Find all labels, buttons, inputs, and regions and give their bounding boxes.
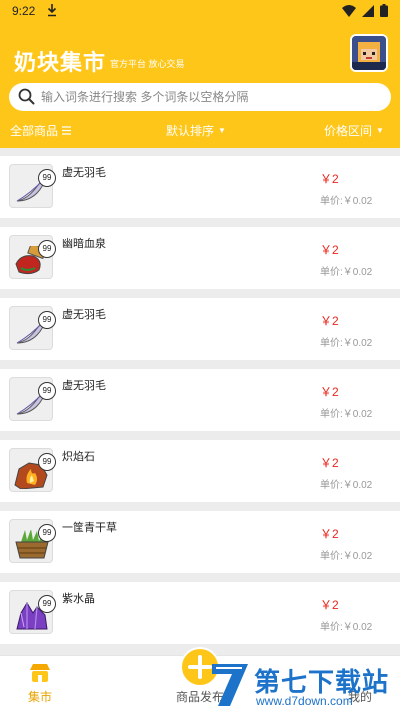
page-title: 奶块集市 [14,50,107,75]
page-subtitle: 官方平台 放心交易 [110,59,185,69]
system-icons [342,4,388,17]
item-name: 虚无羽毛 [62,380,106,392]
caret-down-icon: ▼ [218,126,226,135]
item-unit-price: 单价:￥0.02 [320,267,373,278]
sort-label: 默认排序 [166,124,215,138]
signal-icon [362,4,374,17]
item-price: ￥2 [320,456,339,470]
all-goods-label: 全部商品 [10,124,59,138]
list-item[interactable]: 99 幽暗血泉 ￥2 单价:￥0.02 [0,227,400,289]
quantity-badge: 99 [38,453,56,471]
all-goods-filter[interactable]: 全部商品 [10,122,72,139]
quantity-badge: 99 [38,240,56,258]
item-unit-price: 单价:￥0.02 [320,196,373,207]
header: 奶块集市 官方平台 放心交易 全部商品 默认排序 ▼ 价格区间 ▼ [0,24,400,148]
item-price: ￥2 [320,527,339,541]
item-thumbnail: 99 [9,377,56,421]
price-range-label: 价格区间 [324,124,373,138]
item-name: 幽暗血泉 [62,238,106,250]
filter-bar: 全部商品 默认排序 ▼ 价格区间 ▼ [0,120,400,140]
watermark-url: www.d7down.com [256,694,353,708]
sort-dropdown[interactable]: 默认排序 ▼ [166,122,226,139]
item-name: 虚无羽毛 [62,167,106,179]
download-icon [47,3,57,20]
caret-down-icon: ▼ [376,126,384,135]
list-icon [62,126,72,135]
watermark: 第七下载站 www.d7down.com [208,660,398,710]
watermark-logo-icon [212,664,248,706]
nav-market[interactable]: 集市 [0,656,80,711]
list-item[interactable]: 99 虚无羽毛 ￥2 单价:￥0.02 [0,156,400,218]
list-item[interactable]: 99 炽焰石 ￥2 单价:￥0.02 [0,440,400,502]
search-icon [18,88,35,110]
avatar[interactable] [350,34,388,72]
list-item[interactable]: 99 虚无羽毛 ￥2 单价:￥0.02 [0,298,400,360]
item-thumbnail: 99 [9,448,56,492]
status-time: 9:22 [12,4,36,18]
price-range-dropdown[interactable]: 价格区间 ▼ [324,122,384,139]
item-unit-price: 单价:￥0.02 [320,622,373,633]
item-unit-price: 单价:￥0.02 [320,480,373,491]
item-unit-price: 单价:￥0.02 [320,409,373,420]
list-item[interactable]: 99 虚无羽毛 ￥2 单价:￥0.02 [0,369,400,431]
item-price: ￥2 [320,598,339,612]
item-thumbnail: 99 [9,235,56,279]
item-thumbnail: 99 [9,519,56,563]
battery-icon [380,4,388,17]
item-price: ￥2 [320,243,339,257]
list-item[interactable]: 99 紫水晶 ￥2 单价:￥0.02 [0,582,400,644]
item-thumbnail: 99 [9,164,56,208]
store-icon [30,664,50,682]
status-bar: 9:22 [0,0,400,24]
item-name: 一筐青干草 [62,522,117,534]
item-name: 虚无羽毛 [62,309,106,321]
item-price: ￥2 [320,172,339,186]
list-item[interactable]: 99 一筐青干草 ￥2 单价:￥0.02 [0,511,400,573]
quantity-badge: 99 [38,169,56,187]
item-thumbnail: 99 [9,590,56,634]
nav-market-label: 集市 [27,690,52,704]
item-price: ￥2 [320,385,339,399]
quantity-badge: 99 [38,311,56,329]
search-input[interactable] [41,86,381,108]
item-name: 炽焰石 [62,451,95,463]
quantity-badge: 99 [38,595,56,613]
wifi-icon [342,4,356,17]
item-unit-price: 单价:￥0.02 [320,551,373,562]
item-name: 紫水晶 [62,593,95,605]
quantity-badge: 99 [38,524,56,542]
item-thumbnail: 99 [9,306,56,350]
quantity-badge: 99 [38,382,56,400]
item-unit-price: 单价:￥0.02 [320,338,373,349]
search-bar[interactable] [9,83,391,111]
item-price: ￥2 [320,314,339,328]
